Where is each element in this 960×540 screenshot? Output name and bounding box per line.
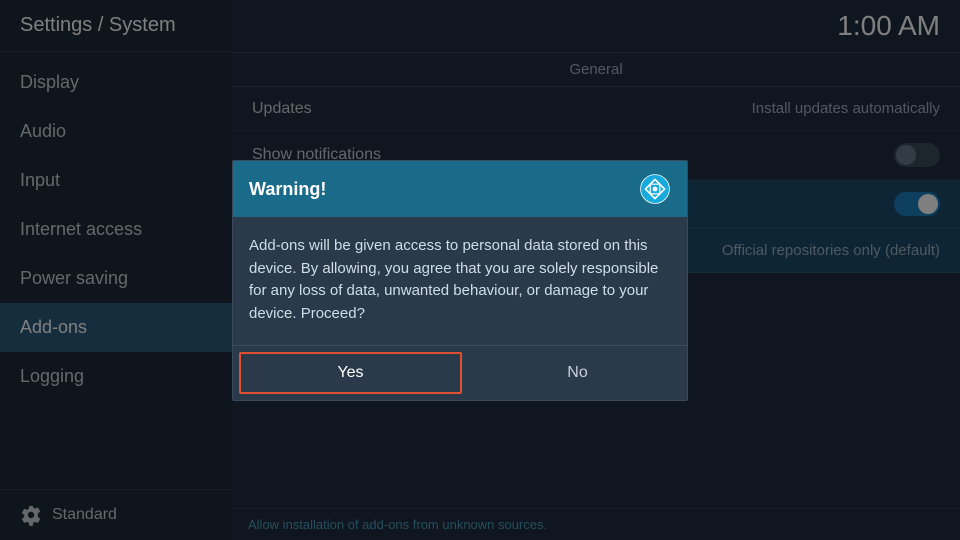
dialog-yes-button[interactable]: Yes [239, 352, 462, 394]
dialog-body: Add-ons will be given access to personal… [233, 217, 687, 345]
dialog-no-button[interactable]: No [468, 346, 687, 400]
dialog-title: Warning! [249, 179, 326, 200]
kodi-logo-icon [639, 173, 671, 205]
dialog-buttons: Yes No [233, 345, 687, 400]
dialog-header: Warning! [233, 161, 687, 217]
warning-dialog: Warning! Add-ons will be given access to… [232, 160, 688, 401]
